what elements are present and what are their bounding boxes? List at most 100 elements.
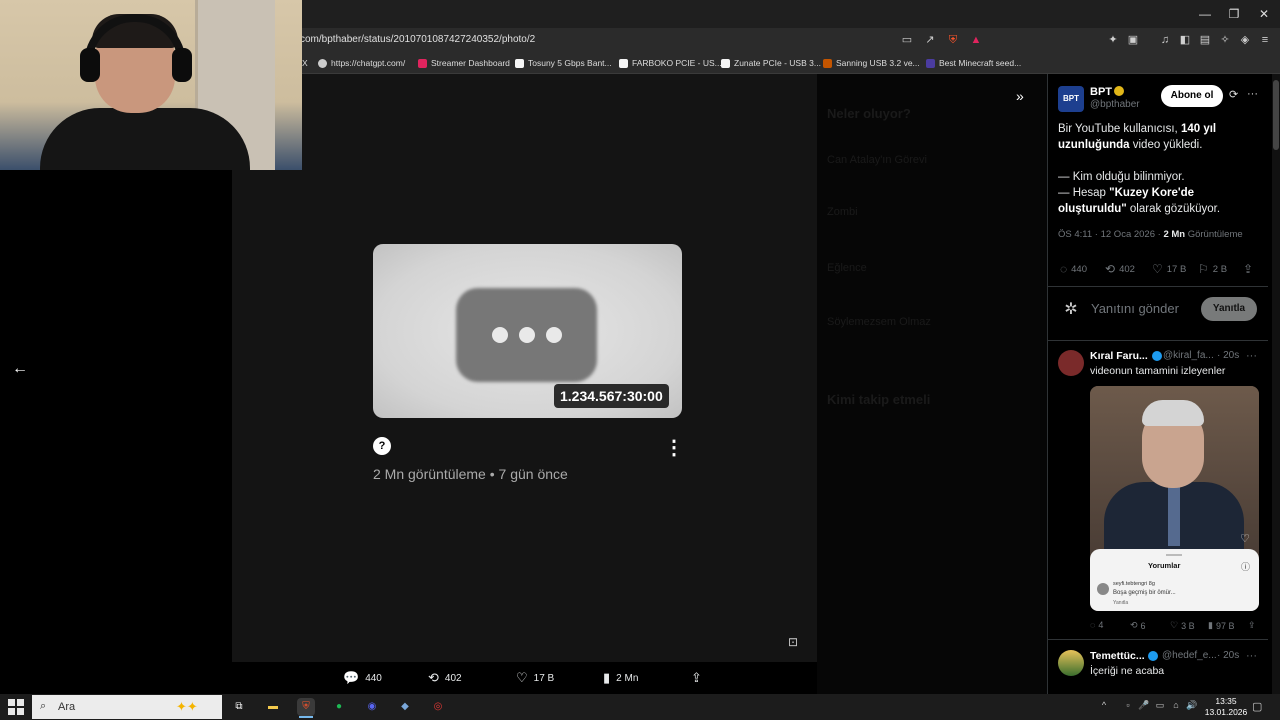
- reply-action[interactable]: 💬 440: [343, 669, 382, 687]
- reply-share-stat[interactable]: ⇪: [1248, 620, 1256, 631]
- reply-like-stat[interactable]: ♡ 3 B: [1170, 620, 1195, 631]
- reply-button[interactable]: Yanıtla: [1201, 297, 1257, 321]
- brave-browser-icon[interactable]: ⛨: [297, 698, 315, 716]
- active-app-indicator: [299, 716, 313, 718]
- back-arrow-icon[interactable]: ←: [10, 360, 30, 378]
- leo-icon[interactable]: ✧: [1217, 32, 1233, 48]
- notification-icon[interactable]: ▢: [1252, 700, 1266, 714]
- comment-text: Boşa geçmiş bir ömür...: [1113, 590, 1176, 596]
- file-explorer-icon[interactable]: ▬: [264, 698, 282, 716]
- upload-icon: ⇪: [1243, 262, 1254, 276]
- repost-icon: ⟲: [1105, 262, 1116, 276]
- windows-start-icon[interactable]: [8, 699, 24, 715]
- verified-badge-icon: [1114, 86, 1124, 96]
- reply-icon: ◌: [1090, 620, 1096, 630]
- spotify-icon[interactable]: ●: [330, 698, 348, 716]
- more-options-icon[interactable]: ···: [1246, 350, 1257, 362]
- screen-icon[interactable]: ▭: [899, 32, 915, 48]
- clock-date[interactable]: 13.01.2026: [1203, 707, 1249, 717]
- brave-shield-icon[interactable]: ⛨: [945, 32, 961, 48]
- tray-usb-icon[interactable]: ▫: [1122, 700, 1134, 712]
- bookmark-tosuny[interactable]: Tosuny 5 Gbps Bant...: [515, 55, 612, 71]
- tray-chevron-icon[interactable]: ^: [1098, 700, 1110, 712]
- tweet-text-line: — Kim olduğu bilinmiyor.: [1058, 171, 1185, 183]
- scrollbar[interactable]: [1272, 74, 1280, 694]
- extensions-icon[interactable]: ✦: [1105, 32, 1121, 48]
- like-action[interactable]: ♡ 17 B: [516, 669, 554, 687]
- address-bar[interactable]: com/bpthaber/status/2010701087427240352/…: [290, 30, 990, 50]
- reply-text: İçeriği ne acaba: [1090, 665, 1165, 677]
- bookmark-chatgpt[interactable]: https://chatgpt.com/: [318, 55, 405, 71]
- alt-text-icon[interactable]: ⊡: [788, 635, 804, 651]
- restore-button[interactable]: ❐: [1219, 4, 1249, 24]
- more-options-icon[interactable]: ···: [1247, 88, 1259, 102]
- account-handle[interactable]: @bpthaber: [1090, 99, 1140, 110]
- reply-author-name[interactable]: Temettüc...: [1090, 650, 1145, 662]
- bookmark-zunate[interactable]: Zunate PCIe - USB 3...: [721, 55, 821, 71]
- bookmark-x[interactable]: X: [302, 55, 308, 71]
- bookmark-sanning[interactable]: Sanning USB 3.2 ve...: [823, 55, 920, 71]
- tweet-repost-stat[interactable]: ⟲ 402: [1105, 262, 1135, 276]
- avatar[interactable]: BPT: [1058, 86, 1084, 112]
- avatar[interactable]: [1058, 350, 1084, 376]
- grok-icon[interactable]: ⟳: [1229, 88, 1243, 102]
- reply-video[interactable]: [1090, 386, 1259, 611]
- follow-button[interactable]: Abone ol: [1161, 85, 1223, 107]
- dimmed-timeline: Neler oluyor? Can Atalay'ın Görevi Zombi…: [817, 74, 1047, 694]
- task-view-icon[interactable]: ⧉: [230, 698, 248, 716]
- share-action[interactable]: ⇪: [691, 669, 702, 687]
- scrollbar-thumb[interactable]: [1273, 80, 1279, 150]
- sidebar-icon[interactable]: ◧: [1177, 32, 1193, 48]
- reply-author-name[interactable]: Kıral Faru...: [1090, 350, 1148, 362]
- sheet-handle: [1166, 554, 1182, 556]
- app-icon[interactable]: ◆: [396, 698, 414, 716]
- share-icon[interactable]: ↗: [922, 32, 938, 48]
- reply-time[interactable]: · 20s: [1217, 650, 1239, 661]
- microphone-icon[interactable]: 🎤: [1138, 700, 1150, 712]
- ellipsis-dot: [519, 327, 535, 343]
- reply-repost-stat[interactable]: ⟲ 6: [1130, 620, 1146, 631]
- tweet-timestamp[interactable]: ÖS 4:11 · 12 Oca 2026 · 2 Mn Görüntüleme: [1058, 229, 1243, 240]
- tab-search-icon[interactable]: ▣: [1125, 32, 1141, 48]
- volume-icon[interactable]: 🔊: [1186, 700, 1198, 712]
- repost-icon: ⟲: [1130, 620, 1138, 630]
- reply-author-handle[interactable]: @hedef_e...: [1162, 650, 1217, 661]
- clock-time[interactable]: 13:35: [1206, 696, 1246, 706]
- tweet-share-stat[interactable]: ⇪: [1243, 262, 1253, 276]
- user-avatar-icon: ✲: [1064, 301, 1078, 318]
- reply-input[interactable]: Yanıtını gönder: [1091, 301, 1179, 316]
- obs-icon[interactable]: ◎: [429, 698, 447, 716]
- repost-action[interactable]: ⟲ 402: [428, 669, 462, 687]
- reply-views-stat[interactable]: ▮ 97 B: [1208, 620, 1234, 631]
- expand-sidebar-icon[interactable]: »: [1016, 88, 1036, 106]
- bookmark-streamer-dashboard[interactable]: Streamer Dashboard: [418, 55, 510, 71]
- webcam-overlay: [0, 0, 302, 170]
- network-icon[interactable]: ⌂: [1170, 700, 1182, 712]
- divider: [1048, 340, 1268, 341]
- music-icon[interactable]: ♫: [1157, 32, 1173, 48]
- minimize-button[interactable]: —: [1190, 4, 1220, 24]
- wallet-icon[interactable]: ▤: [1197, 32, 1213, 48]
- video-duration-badge: 1.234.567:30:00: [554, 384, 669, 408]
- tweet-like-stat[interactable]: ♡ 17 B: [1152, 262, 1186, 276]
- bookmark-farboko[interactable]: FARBOKO PCIE - US...: [619, 55, 722, 71]
- tweet-reply-stat[interactable]: ◌ 440: [1060, 262, 1087, 276]
- ellipsis-dot: [492, 327, 508, 343]
- tweet-bookmark-stat[interactable]: ⚐ 2 B: [1198, 262, 1227, 276]
- upload-icon: ⇪: [691, 670, 702, 685]
- bookmark-minecraft-seeds[interactable]: Best Minecraft seed...: [926, 55, 1021, 71]
- close-window-button[interactable]: ✕: [1249, 4, 1279, 24]
- more-options-icon[interactable]: ···: [1246, 650, 1257, 662]
- vpn-icon[interactable]: ◈: [1237, 32, 1253, 48]
- reply-reply-stat[interactable]: ◌ 4: [1090, 620, 1103, 630]
- menu-icon[interactable]: ≡: [1257, 32, 1273, 48]
- discord-icon[interactable]: ◉: [363, 698, 381, 716]
- video-more-icon: ⋮: [664, 437, 684, 459]
- brave-rewards-icon[interactable]: ▲: [968, 32, 984, 48]
- display-icon[interactable]: ▭: [1154, 700, 1166, 712]
- views-action[interactable]: ▮ 2 Mn: [603, 669, 638, 687]
- reply-author-handle[interactable]: @kiral_fa...: [1163, 350, 1214, 361]
- account-name[interactable]: BPT: [1090, 86, 1112, 98]
- reply-time[interactable]: · 20s: [1217, 350, 1239, 361]
- avatar[interactable]: [1058, 650, 1084, 676]
